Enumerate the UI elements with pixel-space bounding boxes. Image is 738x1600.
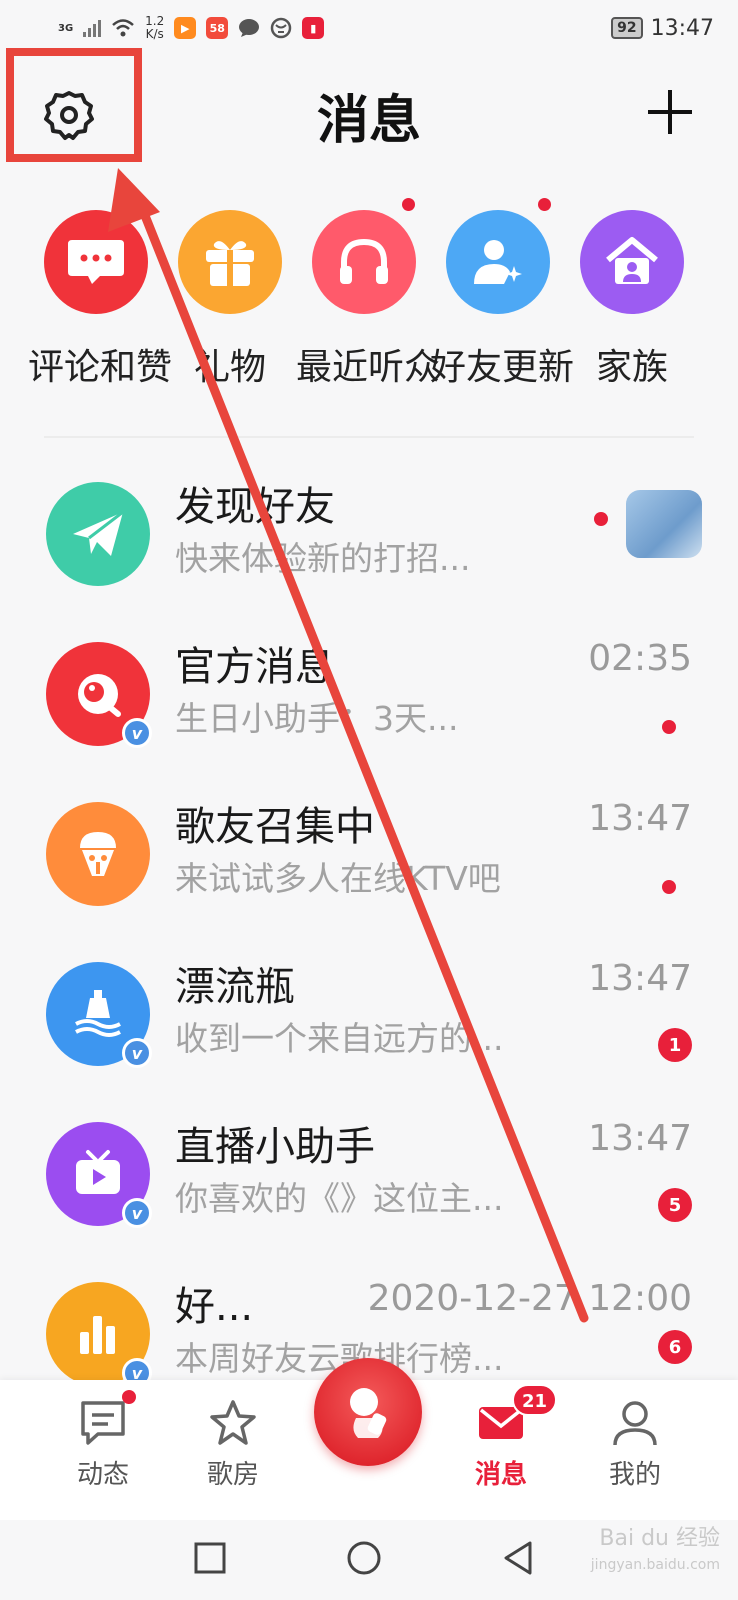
recent-apps-button[interactable] (190, 1538, 230, 1578)
message-title: 发现好友 (175, 484, 335, 530)
divider (44, 436, 694, 438)
unread-dot (122, 1390, 136, 1404)
watermark: Bai du 经验 jingyan.baidu.com (590, 1526, 720, 1573)
nav-messages[interactable]: 21 消息 (446, 1384, 558, 1491)
category-family[interactable]: 家族 (564, 210, 700, 390)
message-time: 02:35 (588, 638, 692, 679)
category-label: 礼物 (193, 347, 266, 388)
status-left: 3G 1.2 K/s ▶ 58 ▮ (58, 14, 325, 41)
gift-icon (178, 210, 282, 314)
message-row-drift-bottle[interactable]: v 漂流瓶 收到一个来自远方的... 13:47 1 (0, 940, 738, 1100)
verified-badge: v (122, 1038, 152, 1068)
battery-icon: 92 (611, 17, 643, 39)
unread-dot (662, 880, 676, 894)
category-label: 评论和赞 (28, 347, 173, 388)
nav-label: 消息 (474, 1460, 527, 1490)
sing-record-button[interactable] (314, 1358, 422, 1466)
star-icon (208, 1398, 258, 1448)
nav-label: 歌房 (206, 1460, 259, 1490)
nav-song-room[interactable]: 歌房 (178, 1398, 288, 1491)
message-row-discover-friends[interactable]: 发现好友 快来体验新的打招... (0, 460, 738, 620)
unread-dot (402, 198, 415, 211)
book-app-icon: ▮ (302, 17, 325, 39)
message-preview: 你喜欢的《》这位主... (175, 1179, 504, 1218)
message-time: 13:47 (588, 1118, 692, 1159)
comment-icon (44, 210, 148, 314)
home-icon (580, 210, 684, 314)
message-title: 直播小助手 (175, 1124, 375, 1170)
category-shortcuts: 评论和赞 礼物 最近听众 好友更新 家族 (0, 198, 738, 390)
home-button[interactable] (344, 1538, 384, 1578)
mail-icon: 21 (476, 1384, 558, 1448)
message-row-live-assistant[interactable]: v 直播小助手 你喜欢的《》这位主... 13:47 5 (0, 1100, 738, 1260)
category-friend-updates[interactable]: 好友更新 (430, 198, 575, 390)
message-row-official[interactable]: v 官方消息 生日小助手：3天... 02:35 (0, 620, 738, 780)
unread-count-badge: 21 (512, 1384, 558, 1416)
58-app-icon: 58 (206, 17, 229, 39)
system-nav-bar: Bai du 经验 jingyan.baidu.com (0, 1520, 738, 1600)
message-title: 歌友召集中 (175, 804, 375, 850)
recent-apps-icon (194, 1542, 226, 1574)
category-recent-listeners[interactable]: 最近听众 (296, 198, 441, 390)
unread-dot (594, 512, 608, 526)
clock: 13:47 (650, 15, 714, 41)
unread-count-badge: 1 (658, 1028, 692, 1062)
unread-count-badge: 5 (658, 1188, 692, 1222)
network-speed: 1.2 K/s (145, 14, 165, 41)
verified-badge: v (122, 1198, 152, 1228)
message-time: 2020-12-27 12:00 (367, 1278, 692, 1319)
video-app-icon: ▶ (174, 17, 197, 39)
unread-dot (662, 720, 676, 734)
profile-icon (610, 1398, 660, 1448)
feed-icon (78, 1390, 136, 1448)
bottle-icon: v (46, 962, 152, 1068)
message-title: 好... (175, 1284, 254, 1330)
nav-profile[interactable]: 我的 (580, 1398, 690, 1491)
message-time: 13:47 (588, 798, 692, 839)
message-time: 13:47 (588, 958, 692, 999)
unread-count-badge: 6 (658, 1330, 692, 1364)
live-tv-icon: v (46, 1122, 152, 1228)
message-preview: 生日小助手：3天... (175, 699, 459, 738)
globe-app-icon (271, 17, 292, 39)
home-circle-icon (347, 1541, 381, 1575)
network-type: 3G (58, 22, 74, 34)
back-button[interactable] (498, 1538, 538, 1578)
nav-feed[interactable]: 动态 (48, 1390, 158, 1491)
official-icon: v (46, 642, 152, 748)
nav-label: 我的 (608, 1460, 661, 1490)
status-right: 92 13:47 (611, 16, 714, 41)
signal-icon (83, 19, 102, 37)
message-preview: 快来体验新的打招... (175, 539, 471, 578)
category-label: 最近听众 (296, 347, 441, 388)
ktv-icon (46, 802, 150, 906)
paper-plane-icon (46, 482, 150, 586)
add-button[interactable] (648, 90, 692, 134)
verified-badge: v (122, 718, 152, 748)
message-title: 漂流瓶 (175, 964, 295, 1010)
category-label: 好友更新 (430, 347, 575, 388)
category-gifts[interactable]: 礼物 (162, 210, 298, 390)
category-comments-likes[interactable]: 评论和赞 (28, 210, 173, 390)
sing-record-icon (350, 1388, 387, 1438)
wifi-icon (112, 19, 135, 37)
annotation-highlight-box (6, 48, 142, 162)
headphone-icon (312, 198, 416, 314)
unread-dot (538, 198, 551, 211)
nav-label: 动态 (76, 1460, 129, 1490)
friend-icon (446, 198, 551, 314)
friend-avatar-thumbnail (626, 490, 702, 558)
category-label: 家族 (595, 347, 668, 388)
message-title: 官方消息 (175, 644, 335, 690)
chart-icon: v (46, 1282, 152, 1380)
message-preview: 收到一个来自远方的... (175, 1019, 504, 1058)
chat-app-icon (239, 19, 260, 37)
message-row-ktv-gathering[interactable]: 歌友召集中 来试试多人在线KTV吧 13:47 (0, 780, 738, 940)
message-preview: 来试试多人在线KTV吧 (175, 859, 501, 898)
verified-badge: v (122, 1358, 152, 1380)
back-triangle-icon (504, 1541, 532, 1575)
